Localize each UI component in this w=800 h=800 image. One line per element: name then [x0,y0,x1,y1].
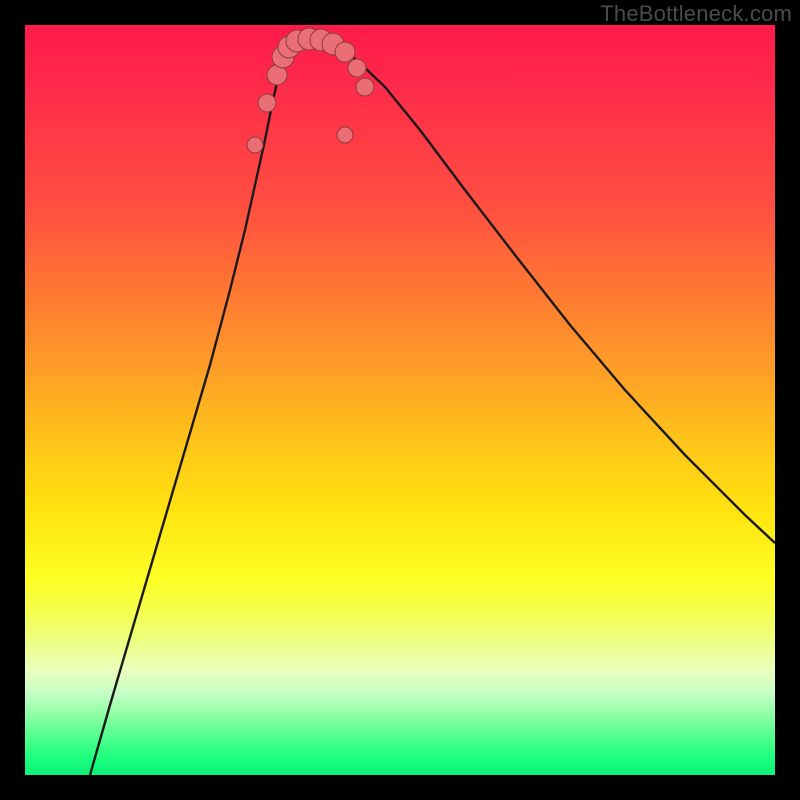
curve-marker [348,59,366,77]
chart-plot-area [25,25,775,775]
chart-svg [25,25,775,775]
curve-marker [247,137,263,153]
curve-marker [356,78,374,96]
watermark-text: TheBottleneck.com [600,1,792,27]
chart-frame: TheBottleneck.com [0,0,800,800]
bottleneck-curve [90,38,775,775]
curve-marker [337,127,353,143]
curve-marker [258,94,276,112]
curve-marker [335,42,355,62]
